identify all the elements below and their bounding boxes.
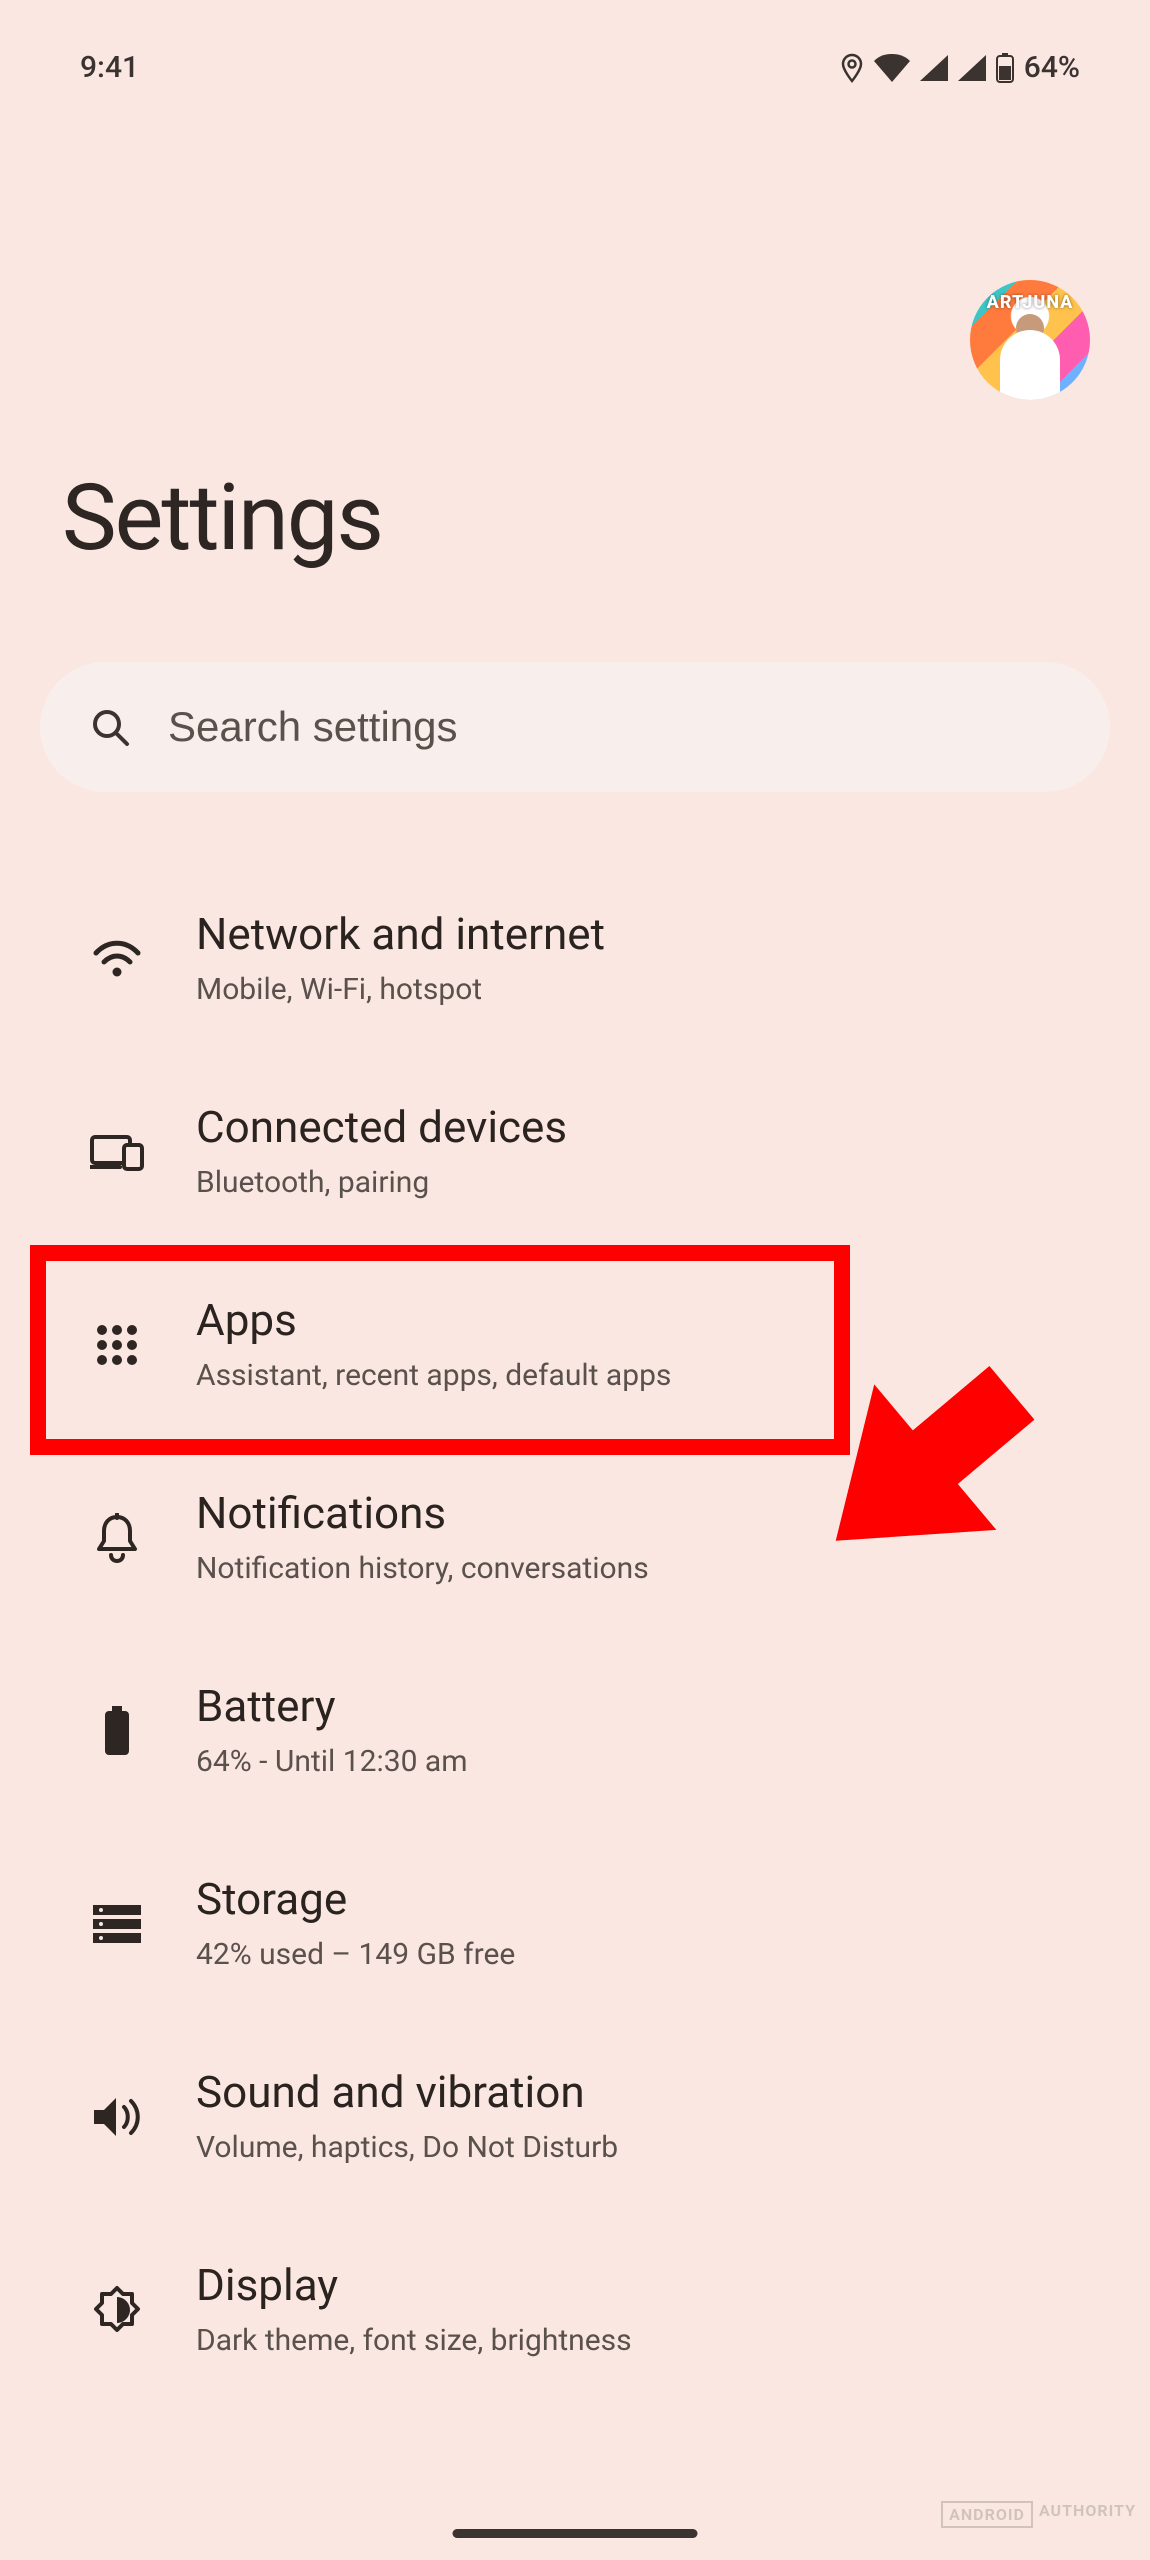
item-sound-vibration[interactable]: Sound and vibration Volume, haptics, Do … [0,2020,1150,2213]
search-icon [90,707,130,747]
search-input[interactable] [168,703,1060,751]
item-sub: 64% - Until 12:30 am [196,1742,1110,1781]
navigation-handle[interactable] [453,2529,698,2538]
signal-1-icon [920,55,948,81]
notifications-icon [88,1513,146,1563]
status-icons: 64% [840,50,1080,85]
display-icon [88,2285,146,2335]
item-label: Notifications [196,1487,1110,1539]
settings-list: Network and internet Mobile, Wi-Fi, hots… [0,862,1150,2406]
status-bar: 9:41 64% [0,0,1150,85]
battery-status-icon [996,53,1014,83]
sound-icon [88,2095,146,2139]
location-icon [840,53,864,83]
item-label: Display [196,2259,1110,2311]
devices-icon [88,1133,146,1171]
item-battery[interactable]: Battery 64% - Until 12:30 am [0,1634,1150,1827]
item-sub: Notification history, conversations [196,1549,1110,1588]
item-sub: Mobile, Wi-Fi, hotspot [196,970,1110,1009]
item-label: Sound and vibration [196,2066,1110,2118]
signal-2-icon [958,55,986,81]
watermark-a: ANDROID [941,2501,1033,2528]
item-storage[interactable]: Storage 42% used – 149 GB free [0,1827,1150,2020]
status-time: 9:41 [80,50,139,85]
item-label: Apps [196,1294,1110,1346]
battery-percent: 64% [1024,50,1080,85]
storage-icon [88,1905,146,1943]
item-sub: Bluetooth, pairing [196,1163,1110,1202]
item-label: Storage [196,1873,1110,1925]
search-settings[interactable] [40,662,1110,792]
item-notifications[interactable]: Notifications Notification history, conv… [0,1441,1150,1634]
item-apps[interactable]: Apps Assistant, recent apps, default app… [0,1248,1150,1441]
item-sub: Volume, haptics, Do Not Disturb [196,2128,1110,2167]
battery-icon [88,1706,146,1756]
watermark: ANDROID AUTHORITY [941,2501,1136,2528]
wifi-status-icon [874,54,910,82]
avatar-label: ARTJUNA [970,292,1090,313]
item-label: Connected devices [196,1101,1110,1153]
watermark-b: AUTHORITY [1039,2501,1136,2528]
profile-avatar[interactable]: ARTJUNA [970,280,1090,400]
item-sub: 42% used – 149 GB free [196,1935,1110,1974]
wifi-icon [88,939,146,979]
item-display[interactable]: Display Dark theme, font size, brightnes… [0,2213,1150,2406]
apps-icon [88,1323,146,1367]
item-network-internet[interactable]: Network and internet Mobile, Wi-Fi, hots… [0,862,1150,1055]
item-connected-devices[interactable]: Connected devices Bluetooth, pairing [0,1055,1150,1248]
item-sub: Dark theme, font size, brightness [196,2321,1110,2360]
item-label: Network and internet [196,908,1110,960]
item-label: Battery [196,1680,1110,1732]
item-sub: Assistant, recent apps, default apps [196,1356,1110,1395]
